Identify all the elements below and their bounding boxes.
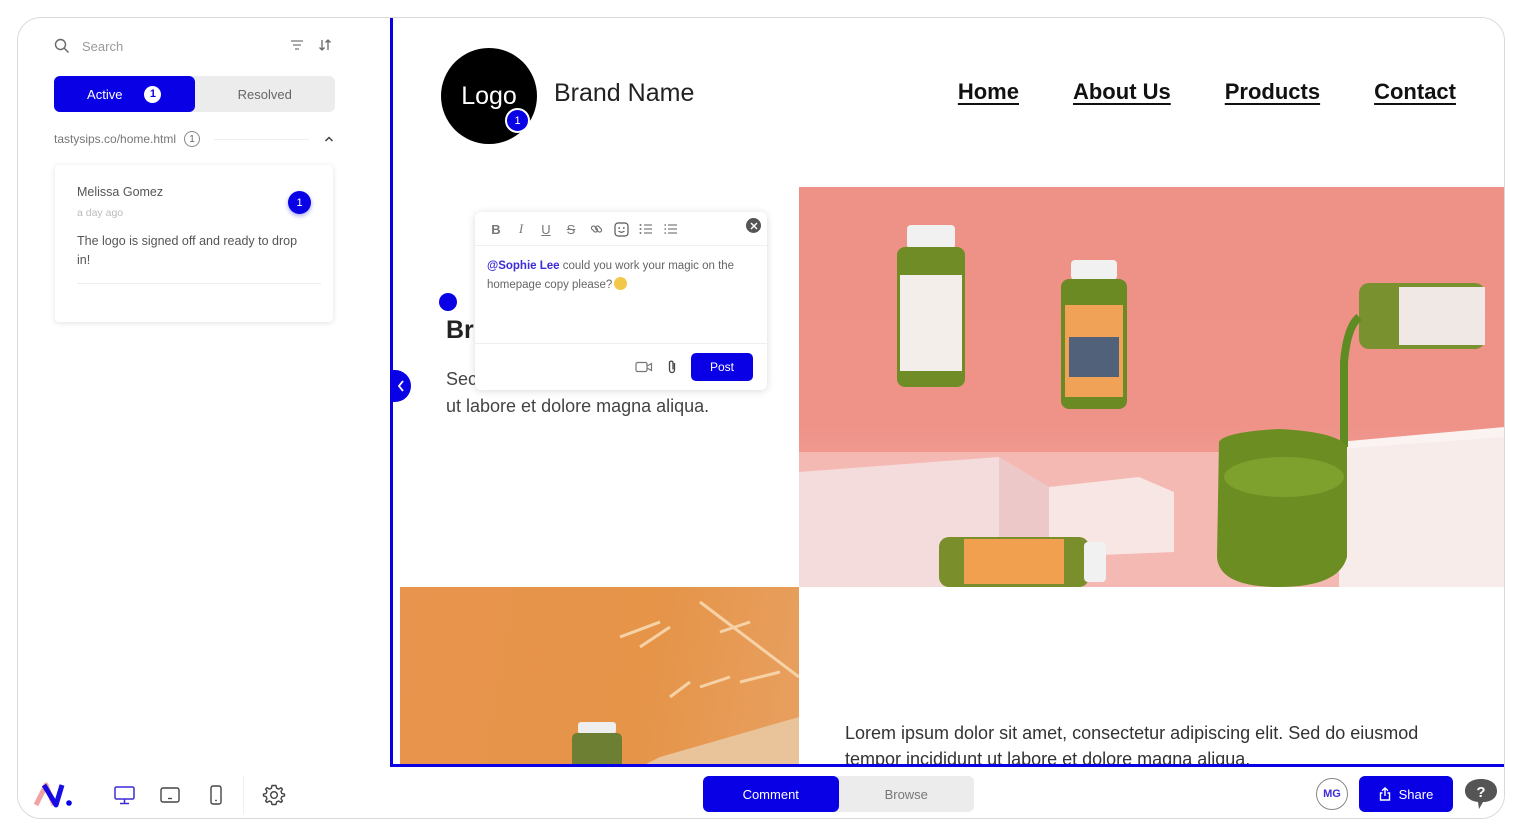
divider <box>77 283 321 284</box>
close-composer-button[interactable] <box>746 218 761 233</box>
nav-about-us[interactable]: About Us <box>1073 79 1171 105</box>
comments-sidebar: Active 1 Resolved tastysips.co/home.html… <box>18 18 390 766</box>
nav-contact[interactable]: Contact <box>1374 79 1456 105</box>
share-icon <box>1379 787 1390 801</box>
share-label: Share <box>1398 786 1434 802</box>
tab-active[interactable]: Active 1 <box>54 76 195 112</box>
paperclip-icon[interactable] <box>667 359 677 375</box>
app-logo-icon <box>34 782 72 808</box>
tablet-view-button[interactable] <box>159 784 181 806</box>
site-nav: Home About Us Products Contact <box>958 79 1456 105</box>
search-icon <box>54 38 69 53</box>
comment-pin[interactable]: 1 <box>505 108 530 133</box>
post-button[interactable]: Post <box>691 353 753 381</box>
tab-resolved-label: Resolved <box>237 86 292 102</box>
divider <box>475 245 767 246</box>
new-comment-pin[interactable] <box>439 293 457 311</box>
comment-body: The logo is signed off and ready to drop… <box>77 234 298 267</box>
comment-input[interactable]: @Sophie Lee could you work your magic on… <box>487 257 755 295</box>
hero-image <box>799 187 1504 587</box>
composer-actions: Post <box>635 353 753 381</box>
website-preview[interactable]: Logo 1 Brand Name Home About Us Products… <box>390 18 1504 767</box>
chevron-left-icon <box>397 380 404 392</box>
orange-photo-illustration <box>572 600 799 764</box>
comment-time: a day ago <box>77 207 124 219</box>
mention-tag[interactable]: @Sophie Lee <box>487 260 560 272</box>
page-url: tastysips.co/home.html <box>54 132 177 146</box>
comment-mode-button[interactable]: Comment <box>703 776 839 812</box>
desktop-icon <box>113 785 135 804</box>
close-icon <box>749 221 758 230</box>
nav-home[interactable]: Home <box>958 79 1019 105</box>
divider <box>214 138 309 140</box>
page-group-header[interactable]: tastysips.co/home.html 1 <box>54 130 335 148</box>
emoji-icon[interactable] <box>612 220 630 238</box>
divider <box>475 343 767 344</box>
comment-author: Melissa Gomez <box>77 185 164 199</box>
juice-bottles-illustration <box>799 225 1504 587</box>
search-input[interactable] <box>82 38 272 54</box>
underline-icon[interactable]: U <box>537 220 555 238</box>
comment-pin-badge[interactable]: 1 <box>288 191 311 214</box>
bottom-toolbar: Comment Browse MG Share ? <box>18 770 1504 818</box>
help-label: ? <box>1476 784 1485 801</box>
bullet-list-icon[interactable] <box>662 220 680 238</box>
user-avatar[interactable]: MG <box>1316 778 1348 810</box>
browse-mode-button[interactable]: Browse <box>839 776 975 812</box>
page-comment-count: 1 <box>184 131 201 147</box>
chevron-up-icon[interactable] <box>323 133 335 145</box>
help-icon[interactable]: ? <box>1462 776 1500 812</box>
tab-resolved[interactable]: Resolved <box>195 76 336 112</box>
tab-active-label: Active <box>87 86 123 102</box>
comment-card[interactable]: Melissa Gomez a day ago The logo is sign… <box>55 165 333 322</box>
link-icon[interactable] <box>587 220 605 238</box>
mode-toggle: Comment Browse <box>703 776 974 812</box>
divider <box>243 776 244 814</box>
tablet-icon <box>160 787 180 803</box>
secondary-image <box>400 587 799 764</box>
sort-icon[interactable] <box>318 38 332 52</box>
video-icon[interactable] <box>635 361 653 373</box>
strikethrough-icon[interactable]: S <box>562 220 580 238</box>
active-count-badge: 1 <box>144 85 162 103</box>
grinning-emoji-icon <box>614 277 628 290</box>
search-bar <box>54 36 332 56</box>
share-button[interactable]: Share <box>1359 776 1453 812</box>
formatting-toolbar: B I U S <box>487 220 680 238</box>
filter-icon[interactable] <box>290 39 304 51</box>
comment-composer: B I U S @Sophie Lee could you work your … <box>475 212 767 390</box>
gear-icon[interactable] <box>262 783 286 807</box>
hero-text-line: ut labore et dolore magna aliqua. <box>446 396 710 416</box>
app-window: Active 1 Resolved tastysips.co/home.html… <box>17 17 1505 819</box>
brand-name: Brand Name <box>554 79 695 107</box>
device-switcher <box>113 784 227 806</box>
nav-products[interactable]: Products <box>1225 79 1320 105</box>
ordered-list-icon[interactable] <box>637 220 655 238</box>
mobile-view-button[interactable] <box>205 784 227 806</box>
bold-icon[interactable]: B <box>487 220 505 238</box>
desktop-view-button[interactable] <box>113 784 135 806</box>
comment-status-tabs: Active 1 Resolved <box>54 76 335 112</box>
hero-heading: Br <box>446 316 474 344</box>
italic-icon[interactable]: I <box>512 220 530 238</box>
mobile-icon <box>210 785 222 805</box>
body-paragraph: Lorem ipsum dolor sit amet, consectetur … <box>845 723 1419 767</box>
